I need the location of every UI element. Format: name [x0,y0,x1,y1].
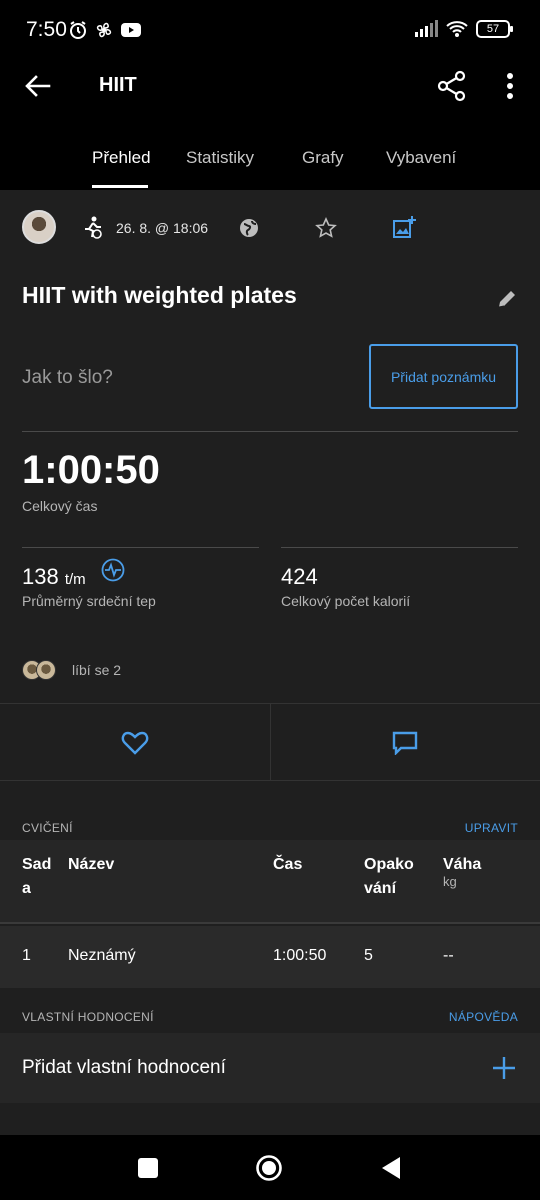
youtube-icon [121,23,141,37]
share-icon[interactable] [434,68,470,104]
divider [281,547,518,548]
cell-reps: 5 [364,947,373,964]
divider [22,547,259,548]
heart-rate-zone-icon[interactable] [101,558,125,582]
add-custom-rating-row[interactable]: Přidat vlastní hodnocení [0,1033,540,1103]
likes-count[interactable]: líbí se 2 [72,662,121,678]
tab-equipment[interactable]: Vybavení [386,148,456,168]
avatar[interactable] [22,210,56,244]
help-link[interactable]: NÁPOVĚDA [449,1010,518,1024]
cell-weight: -- [443,947,454,964]
calories-value: 424 [281,564,318,589]
column-header-set: Sad a [22,856,52,897]
avatar [36,660,56,680]
privacy-globe-icon[interactable] [238,217,260,239]
exercises-section-header: CVIČENÍ [22,821,73,835]
column-header-weight-unit: kg [443,874,457,889]
heart-icon [121,731,149,755]
custom-rating-section-header: VLASTNÍ HODNOCENÍ [22,1010,154,1024]
tab-overview[interactable]: Přehled [92,148,151,168]
like-button[interactable] [0,704,270,781]
home-icon[interactable] [254,1153,284,1183]
tab-charts[interactable]: Grafy [302,148,344,168]
favorite-star-icon[interactable] [315,217,337,239]
add-custom-rating-label: Přidat vlastní hodnocení [22,1057,226,1078]
edit-exercises-link[interactable]: UPRAVIT [465,821,518,835]
cell-name: Neznámý [68,947,136,964]
active-tab-indicator [92,185,148,188]
column-header-reps: Opako vání [364,856,414,897]
signal-icon [415,20,438,37]
total-time-value: 1:00:50 [22,448,160,492]
status-time: 7:50 [26,18,67,41]
more-options-icon[interactable] [496,68,524,104]
wifi-icon [446,21,468,37]
overview-content: 26. 8. @ 18:06 HIIT with weighted plates… [0,190,540,1135]
system-navigation-bar [0,1135,540,1200]
table-row[interactable]: 1 Neznámý 1:00:50 5 -- [0,926,540,988]
alarm-icon [70,21,86,39]
activity-date: 26. 8. @ 18:06 [116,220,209,236]
battery-icon: 57 [476,20,513,38]
back-arrow-icon[interactable] [22,70,54,102]
edit-pencil-icon[interactable] [496,288,518,310]
app-bar: HIIT [0,60,540,112]
page-title: HIIT [99,74,137,96]
recents-icon[interactable] [133,1153,163,1183]
plus-icon[interactable] [492,1056,516,1080]
cell-set: 1 [22,947,31,964]
activity-title: HIIT with weighted plates [22,282,297,308]
comment-icon [392,731,418,755]
calories-label: Celkový počet kalorií [281,593,411,609]
activity-type-icon [85,216,102,239]
how-did-it-go-label: Jak to šlo? [22,367,113,388]
heart-rate-label: Průměrný srdeční tep [22,593,156,609]
cell-time: 1:00:50 [273,947,327,964]
column-header-name: Název [68,856,115,873]
back-nav-icon[interactable] [377,1153,407,1183]
activity-meta-row: 26. 8. @ 18:06 [22,210,518,248]
tab-bar: Přehled Statistiky Grafy Vybavení [0,112,540,190]
heart-rate-value: 138 t/m [22,564,86,589]
divider [22,431,518,432]
social-action-row [0,703,540,781]
add-note-button[interactable]: Přidat poznámku [369,344,518,409]
tab-statistics[interactable]: Statistiky [186,148,254,168]
exercise-table-header: Sad a Název Čas Opako vání Váha kg [0,840,540,924]
total-time-label: Celkový čas [22,498,98,514]
status-bar: 7:50 57 [0,0,540,60]
column-header-time: Čas [273,856,303,873]
add-photo-icon[interactable] [392,215,416,239]
comment-button[interactable] [270,704,540,781]
fan-icon [96,22,112,38]
